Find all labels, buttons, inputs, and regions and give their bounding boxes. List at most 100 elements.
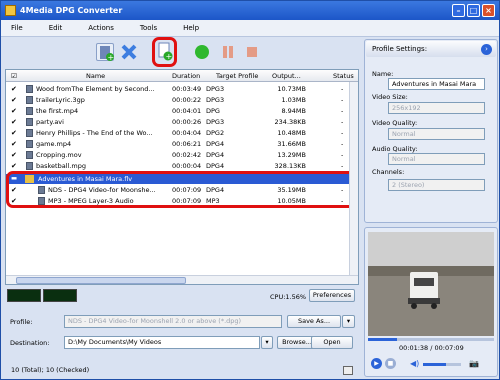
cell-profile[interactable]: DPG4 [206,140,224,148]
table-row[interactable]: ✔ Wood fromThe Element by Second... 00:03:… [6,84,358,94]
menu-actions[interactable]: Actions [75,24,127,32]
minimize-button[interactable]: – [452,4,465,17]
seek-progress [368,338,397,341]
preferences-button[interactable]: Preferences [309,289,355,302]
cell-name: Cropping.mov [36,151,82,159]
cell-duration: 00:03:49 [172,85,202,93]
cell-status: - [341,151,344,159]
status-text: 10 (Total); 10 (Checked) [11,366,90,374]
cell-name: party.avi [36,118,64,126]
stop-button[interactable] [244,44,262,62]
table-row[interactable]: ✔ Henry Phillips - The End of the Wo... 00… [6,128,358,138]
col-target-profile[interactable]: Target Profile [216,72,258,80]
row-checkbox[interactable]: ✔ [11,118,19,126]
col-status[interactable]: Status [333,72,354,80]
destination-dropdown[interactable]: ▾ [261,336,273,349]
cell-name: Henry Phillips - The End of the Wo... [36,129,153,137]
app-window: 4Media DPG Converter – □ × File Edit Act… [0,0,500,380]
svg-text:+: + [108,53,115,62]
channels-select[interactable]: 2 (Stereo) [388,179,485,191]
cell-name: the first.mp4 [36,107,79,115]
row-checkbox[interactable]: ✔ [11,107,19,115]
col-output[interactable]: Output... [272,72,301,80]
menu-bar: File Edit Actions Tools Help [1,20,499,37]
cell-output: 328.13KB [274,162,306,170]
table-row[interactable]: ✔ trailerLyric.3gp 00:00:22 DPG3 1.03MB - [6,95,358,105]
profile-select[interactable]: NDS - DPG4 Video-for Moonshell 2.0 or ab… [64,315,282,328]
cell-profile[interactable]: DPG2 [206,129,224,137]
video-quality-select[interactable]: Normal [388,128,485,140]
horizontal-scrollbar[interactable] [6,275,358,284]
menu-help[interactable]: Help [170,24,212,32]
cell-output: 31.66MB [277,140,306,148]
cell-output: 10.73MB [277,85,306,93]
table-row[interactable]: ✔ the first.mp4 00:04:01 DPG 8.94MB - [6,106,358,116]
table-row[interactable]: ✔ party.avi 00:00:26 DPG3 234.38KB - [6,117,358,127]
menu-edit[interactable]: Edit [36,24,76,32]
profile-label: Profile: [10,318,33,326]
log-icon[interactable] [343,366,353,375]
cell-profile[interactable]: DPG4 [206,151,224,159]
maximize-button[interactable]: □ [467,4,480,17]
add-video-icon: + [100,46,115,62]
cpu-graph-2 [43,289,77,302]
cell-status: - [341,96,344,104]
video-size-select[interactable]: 256x192 [388,102,485,114]
volume-icon[interactable]: ◀) [410,359,419,368]
scroll-thumb[interactable] [16,277,186,284]
row-checkbox[interactable]: ✔ [11,140,19,148]
stop-preview-button[interactable]: ■ [385,358,396,369]
cell-duration: 00:00:04 [172,162,202,170]
convert-button[interactable] [194,44,212,62]
convert-icon [195,45,209,59]
table-row[interactable]: ✔ basketball.mpg 00:00:04 DPG4 328.13KB - [6,161,358,171]
file-list: ☑ Name Duration Target Profile Output...… [5,69,359,285]
volume-slider[interactable] [423,363,461,366]
add-video-button[interactable]: + [96,43,115,62]
name-input[interactable]: Adventures in Masai Mara [388,78,485,90]
pause-button[interactable] [220,44,238,62]
time-display: 00:01:38 / 00:07:09 [399,344,464,352]
col-duration[interactable]: Duration [172,72,200,80]
video-preview [368,232,494,336]
cell-duration: 00:04:01 [172,107,202,115]
save-as-button[interactable]: Save As... [287,315,341,328]
close-button[interactable]: × [482,4,495,17]
menu-file[interactable]: File [1,24,36,32]
settings-toggle-icon[interactable]: › [481,44,492,55]
row-checkbox[interactable]: ✔ [11,129,19,137]
row-checkbox[interactable]: ✔ [11,151,19,159]
open-button[interactable]: Open [311,336,353,349]
cell-status: - [341,85,344,93]
row-checkbox[interactable]: ✔ [11,96,19,104]
cell-profile[interactable]: DPG4 [206,162,224,170]
add-profile-button[interactable]: + [156,42,174,61]
cell-profile[interactable]: DPG3 [206,96,224,104]
row-checkbox[interactable]: ✔ [11,85,19,93]
cell-profile[interactable]: DPG [206,107,220,115]
cpu-label: CPU:1.56% [270,293,307,301]
cell-duration: 00:02:42 [172,151,202,159]
check-all-checkbox[interactable]: ☑ [11,72,17,80]
menu-tools[interactable]: Tools [127,24,170,32]
highlight-outline [6,171,358,208]
destination-field[interactable]: D:\My Documents\My Videos [64,336,260,349]
cell-profile[interactable]: DPG3 [206,85,224,93]
table-row[interactable]: ✔ Cropping.mov 00:02:42 DPG4 13.29MB - [6,150,358,160]
audio-quality-select[interactable]: Normal [388,153,485,165]
file-icon [26,85,33,93]
vertical-scrollbar[interactable] [349,82,358,275]
table-row[interactable]: ✔ game.mp4 00:06:21 DPG4 31.66MB - [6,139,358,149]
volume-level [423,363,446,366]
play-button[interactable]: ▶ [371,358,382,369]
cell-duration: 00:06:21 [172,140,202,148]
cell-profile[interactable]: DPG3 [206,118,224,126]
row-checkbox[interactable]: ✔ [11,162,19,170]
file-icon [26,129,33,137]
seek-bar[interactable] [368,338,494,341]
col-name[interactable]: Name [86,72,105,80]
snapshot-icon[interactable]: 📷 [469,359,479,368]
remove-button[interactable] [120,43,138,61]
file-list-header: ☑ Name Duration Target Profile Output...… [6,70,358,82]
save-as-dropdown[interactable]: ▾ [342,315,355,328]
